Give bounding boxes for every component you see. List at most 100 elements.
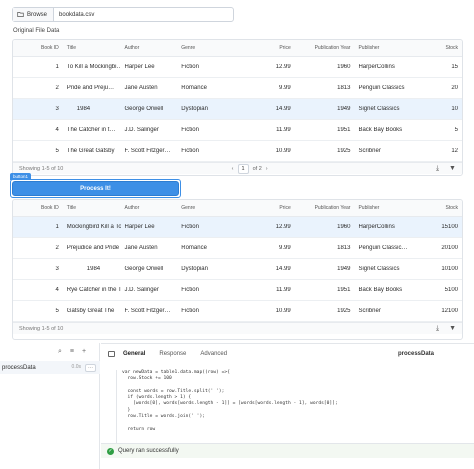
table-row[interactable]: 2 Pride and Preju… Jane Austen Romance 9.99 1… [13, 78, 462, 99]
table-cell: Dystopian [181, 266, 208, 272]
download-icon[interactable]: ⤓ [436, 325, 439, 333]
next-page-icon[interactable]: › [266, 166, 268, 172]
table-cell: Fiction [181, 224, 199, 230]
table-row[interactable]: 1 To Kill a Mockingbi… Harper Lee Fiction 12… [13, 57, 462, 78]
column-header[interactable]: Book ID [13, 45, 63, 51]
table-cell: Fiction [181, 308, 199, 314]
table-row[interactable]: 4 The Catcher in t… J.D. Salinger Fiction 11… [13, 120, 462, 141]
download-icon[interactable]: ⤓ [436, 165, 439, 173]
tab-response[interactable]: Response [159, 351, 186, 357]
table-cell: F. Scott Fitzger… [124, 308, 171, 314]
add-query-icon[interactable]: + [82, 348, 86, 356]
table-cell: 1951 [337, 127, 351, 133]
tab-general[interactable]: General [123, 351, 145, 357]
column-header[interactable]: Author [121, 205, 178, 211]
table-cell: Jane Austen [124, 245, 158, 251]
filter-icon[interactable]: ▼ [449, 165, 456, 173]
column-header[interactable]: Price [243, 205, 295, 211]
column-header[interactable]: Genre [177, 205, 243, 211]
original-data-table: Book ID Title Author Genre Price Publication … [12, 39, 463, 176]
table-row[interactable]: 2 Prejudice and Pride Jane Austen Romance 9.… [13, 238, 462, 259]
file-name: bookdata.csv [59, 11, 95, 18]
table-cell: HarperCollins [358, 224, 395, 230]
code-line: return row [122, 426, 156, 432]
column-header[interactable]: Stock [429, 205, 462, 211]
table-cell: The Catcher in t… [66, 127, 116, 133]
filter-icon[interactable]: ≡ [70, 348, 74, 356]
table-cell: Fiction [181, 148, 199, 154]
column-header[interactable]: Publication Year [295, 45, 355, 51]
query-meta: 0.0s ⋯ [72, 363, 96, 372]
table-cell: 1 [55, 224, 59, 230]
component-tag: button1 [10, 173, 32, 180]
table-cell: 3 [55, 106, 59, 112]
column-header[interactable]: Stock [429, 45, 462, 51]
status-bar: ✓ Query ran successfully [101, 443, 474, 458]
table-cell: Pride and Preju… [66, 85, 115, 91]
query-item-processdata[interactable]: processData 0.0s ⋯ [0, 361, 100, 374]
code-editor[interactable]: var newData = table1.data.map((row) =>{ … [116, 370, 456, 450]
folder-icon [17, 12, 24, 17]
column-header[interactable]: Publisher [354, 45, 429, 51]
table-cell: 12.99 [275, 64, 291, 70]
column-header[interactable]: Price [243, 45, 295, 51]
table-cell: 1949 [337, 106, 351, 112]
table-row[interactable]: 3 1984 George Orwell Dystopian 14.99 1949 Sig… [13, 259, 462, 280]
table-row[interactable]: 5 Gatsby Great The F. Scott Fitzger… Fictio… [13, 301, 462, 322]
table-cell: 1 [55, 64, 59, 70]
table-row[interactable]: 3 1984 George Orwell Dystopian 14.99 1949 Sig… [13, 99, 462, 120]
table-cell: 5 [55, 148, 59, 154]
table-cell: The Great Gatsby [66, 148, 115, 154]
prev-page-icon[interactable]: ‹ [232, 166, 234, 172]
table-footer: Showing 1-5 of 10 ‹ 1 of 2 › ⤓ ▼ [13, 162, 462, 174]
table-row[interactable]: 4 Rye Catcher in the TheJ.D. Salinger Fict… [13, 280, 462, 301]
table-cell: 10100 [441, 266, 458, 272]
search-icon[interactable]: ⌕ [58, 348, 62, 356]
table-row[interactable]: 1 Mockingbird Kill a To Harper Lee Fiction 1… [13, 217, 462, 238]
table-cell: 1984 [66, 106, 91, 112]
table-row[interactable]: 5 The Great Gatsby F. Scott Fitzger… Fictio… [13, 141, 462, 162]
table-footer: Showing 1-5 of 10 ⤓ ▼ [13, 322, 462, 334]
table-cell: 5100 [444, 287, 458, 293]
table-cell: Back Bay Books [358, 287, 403, 293]
query-name: processData [2, 364, 36, 371]
table-cell: J.D. Salinger [124, 127, 159, 133]
table-cell: 1813 [337, 245, 351, 251]
column-header[interactable]: Book ID [13, 205, 63, 211]
table-cell: 1925 [337, 148, 351, 154]
column-header[interactable]: Publisher [354, 205, 429, 211]
browse-label: Browse [27, 11, 48, 18]
column-header[interactable]: Genre [177, 45, 243, 51]
more-options-icon[interactable]: ⋯ [85, 363, 96, 372]
table-cell: HarperCollins [358, 64, 395, 70]
query-list-panel: ⌕ ≡ + processData 0.0s ⋯ [0, 343, 100, 469]
table-cell: Penguin Classic… [358, 245, 408, 251]
table-cell: Scribner [358, 308, 381, 314]
column-header[interactable]: Publication Year [295, 205, 355, 211]
column-header[interactable]: Title [63, 45, 121, 51]
table-cell: 12 [451, 148, 458, 154]
table-header: Book ID Title Author Genre Price Publication … [13, 200, 462, 217]
page-number[interactable]: 1 [237, 163, 249, 174]
table-cell: F. Scott Fitzger… [124, 148, 171, 154]
status-message: Query ran successfully [118, 448, 179, 454]
file-picker[interactable]: Browse bookdata.csv [12, 7, 234, 22]
toggle-sidebar-icon[interactable] [108, 351, 115, 357]
processed-data-table: Book ID Title Author Genre Price Publication … [12, 199, 463, 340]
record-count: Showing 1-5 of 10 [19, 325, 64, 332]
table-cell: Rye Catcher in the The [66, 287, 121, 293]
column-header[interactable]: Author [121, 45, 178, 51]
process-button[interactable]: Process It! [12, 181, 179, 196]
table-cell: 9.99 [279, 85, 291, 91]
filter-icon[interactable]: ▼ [449, 325, 456, 333]
table-cell: Harper Lee [124, 64, 155, 70]
table-cell: Jane Austen [124, 85, 158, 91]
table-header: Book ID Title Author Genre Price Publication … [13, 40, 462, 57]
browse-button[interactable]: Browse [13, 8, 55, 21]
tab-advanced[interactable]: Advanced [200, 351, 227, 357]
success-check-icon: ✓ [107, 447, 114, 455]
pagination: ‹ 1 of 2 › [232, 163, 268, 174]
table-cell: 14.99 [275, 266, 291, 272]
table-cell: Scribner [358, 148, 381, 154]
column-header[interactable]: Title [63, 205, 121, 211]
